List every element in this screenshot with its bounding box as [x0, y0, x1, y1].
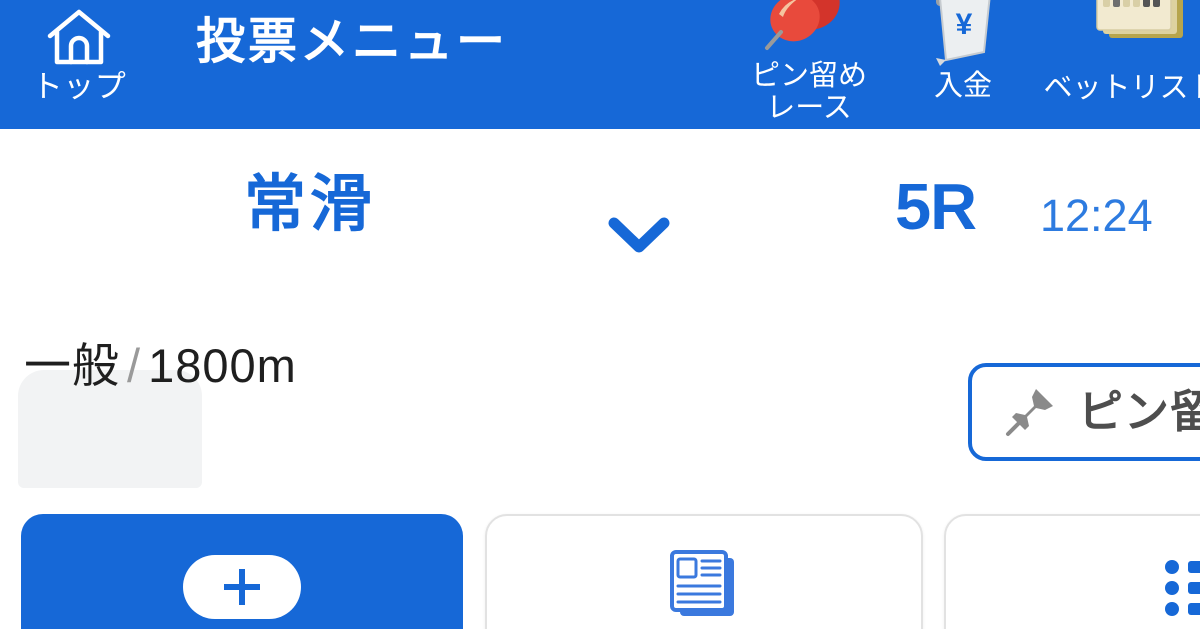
home-button[interactable]: トップ — [14, 2, 144, 122]
race-post-time: 12:24 — [1040, 190, 1153, 241]
bullet-list-icon — [1165, 560, 1200, 616]
pin-race-button-label: ピン留 — [1078, 386, 1200, 437]
pushpin-emoji-icon — [761, 0, 857, 60]
bet-card[interactable] — [21, 514, 463, 629]
chevron-down-icon — [608, 217, 670, 253]
header-action-bet-list[interactable]: ベットリスト — [1038, 0, 1200, 104]
race-info-separator: / — [127, 339, 142, 392]
news-card[interactable] — [485, 514, 923, 629]
receipt-emoji-icon: ¥ — [920, 0, 1006, 70]
svg-text:¥: ¥ — [956, 8, 973, 41]
app-root: トップ 投票メニュー ピン留め レース ¥ 入金 ベットリス 常滑 5R 12:… — [0, 0, 1200, 629]
tickets-emoji-icon — [1083, 0, 1193, 72]
race-grade-distance: 一般/1800m — [24, 336, 297, 396]
race-number: 5R — [895, 170, 977, 243]
pushpin-icon — [1006, 389, 1053, 436]
action-cards-row — [0, 500, 1200, 629]
venue-name: 常滑 — [244, 170, 377, 239]
newspaper-icon — [670, 550, 734, 616]
header-action-label: ピン留め レース — [751, 60, 867, 124]
list-card[interactable] — [944, 514, 1200, 629]
plus-icon — [224, 569, 260, 605]
race-number-selector[interactable]: 5R 12:24 — [709, 129, 1192, 292]
header-action-label: 入金 — [933, 70, 992, 102]
header-action-pinned-races[interactable]: ピン留め レース — [728, 0, 890, 124]
pin-race-button[interactable]: ピン留 — [968, 363, 1200, 461]
pin-label-line1: ピン留め — [750, 60, 867, 92]
page-title: 投票メニュー — [196, 15, 509, 69]
app-header: トップ 投票メニュー ピン留め レース ¥ 入金 ベットリス — [0, 0, 1200, 129]
home-button-label: トップ — [31, 69, 127, 104]
venue-selector[interactable]: 常滑 — [8, 129, 693, 292]
plus-pill — [183, 555, 301, 619]
header-action-label: ベットリスト — [1043, 72, 1200, 104]
race-grade: 一般 — [24, 339, 120, 392]
pin-label-line2: レース — [766, 92, 852, 124]
race-selector-row: 常滑 5R 12:24 — [0, 129, 1200, 433]
home-icon — [47, 9, 111, 65]
header-action-deposit[interactable]: ¥ 入金 — [900, 0, 1026, 102]
race-distance: 1800m — [148, 339, 297, 392]
